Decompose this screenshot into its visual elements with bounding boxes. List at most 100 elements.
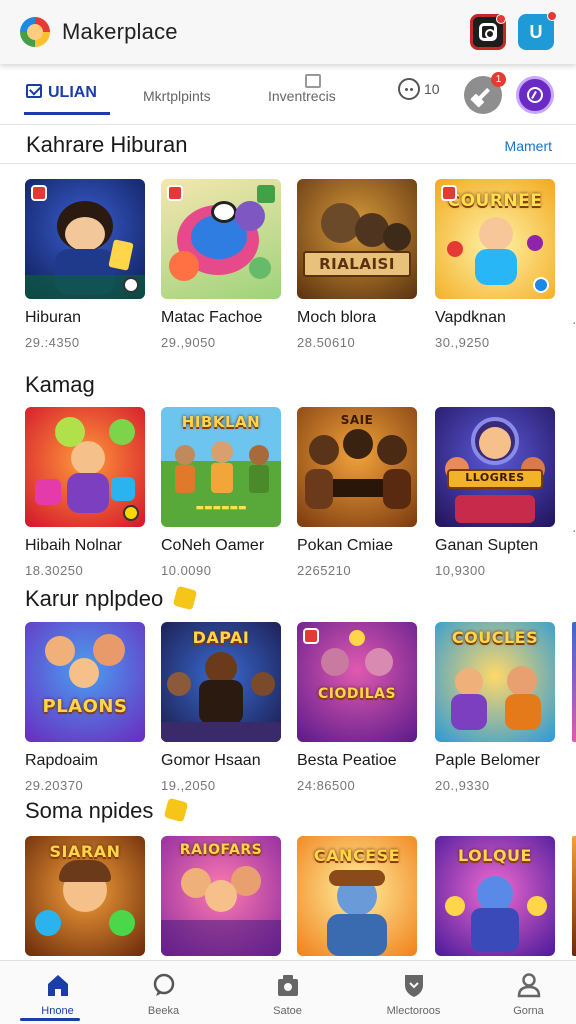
- game-card[interactable]: CANCESE: [297, 836, 417, 956]
- game-card[interactable]: Hibaih Nolnar 18.30250: [25, 407, 145, 578]
- notification-dot: [547, 11, 557, 21]
- game-stat: 29.,9050: [161, 335, 216, 350]
- badge-icon: [123, 277, 139, 293]
- game-art-title: LOLQUE: [458, 846, 532, 865]
- game-card[interactable]: CIODILAS Besta Peatioe 24:86500: [297, 622, 417, 793]
- shield-icon: [400, 971, 428, 999]
- game-card[interactable]: RIALAISI Moch blora 28.50610: [297, 179, 417, 350]
- game-card[interactable]: HIBKLAN ▬▬▬▬▬▬ CoNeh Oamer 10.0090: [161, 407, 281, 578]
- game-stat: 18.30250: [25, 563, 84, 578]
- divider: [0, 163, 576, 164]
- game-title: Paple Belomer: [435, 752, 540, 769]
- game-stat: 29.:4350: [25, 335, 80, 350]
- nav-profile[interactable]: Gorna: [471, 961, 576, 1024]
- nav-shield[interactable]: Mlectoroos: [356, 961, 471, 1024]
- game-stat: 10,9300: [435, 563, 486, 578]
- person-icon: [515, 971, 543, 999]
- active-nav-indicator: [20, 1018, 80, 1021]
- game-art-title: CANCESE: [313, 846, 401, 865]
- section-title: Soma npides: [25, 797, 188, 824]
- game-card[interactable]: LLOGRES Ganan Supten 10,9300: [435, 407, 555, 578]
- home-icon: [44, 971, 72, 999]
- game-stat: 20.,9330: [435, 778, 490, 793]
- game-art-title: HIBKLAN: [181, 413, 261, 431]
- nav-label: Satoe: [273, 1005, 302, 1017]
- u-app-icon[interactable]: U: [518, 11, 557, 50]
- game-thumbnail: COURNEE: [435, 179, 555, 299]
- nav-chat[interactable]: Beeka: [106, 961, 221, 1024]
- nav-label: Beeka: [147, 1005, 180, 1017]
- game-art-title: CIODILAS: [317, 686, 397, 702]
- game-art-title: RAIOFARS: [179, 842, 263, 858]
- inventory-icon: [305, 74, 321, 88]
- game-thumbnail: CANCESE: [297, 836, 417, 956]
- game-thumbnail: [25, 179, 145, 299]
- game-thumbnail: CIODILAS: [297, 622, 417, 742]
- edge-overflow: [572, 622, 576, 742]
- coin-counter[interactable]: 10: [398, 78, 440, 100]
- game-art-title: COUCLES: [451, 628, 539, 647]
- bottom-navigation: Hnone Beeka Satoe Mlectoroos Gorna: [0, 960, 576, 1024]
- game-art-title: PLAONS: [42, 696, 128, 717]
- coin-icon: [398, 78, 420, 100]
- game-card[interactable]: DAPAI Gomor Hsaan 19.,2050: [161, 622, 281, 793]
- app-tag-icon: [167, 185, 183, 201]
- game-card[interactable]: SIARAN: [25, 836, 145, 956]
- section-title: Kamag: [25, 372, 95, 397]
- see-all-link[interactable]: Mamert: [505, 138, 552, 154]
- nav-label: Gorna: [513, 1005, 544, 1017]
- game-art-title: RIALAISI: [319, 255, 395, 273]
- gold-medal-icon: [163, 797, 188, 823]
- game-art-title: SAIE: [340, 413, 374, 427]
- game-stat: 28.50610: [297, 335, 356, 350]
- game-thumbnail: SIARAN: [25, 836, 145, 956]
- game-card[interactable]: SAIE Pokan Cmiae 2265210: [297, 407, 417, 578]
- game-card[interactable]: Matac Fachoe 29.,9050: [161, 179, 281, 350]
- app-tag-icon: [31, 185, 47, 201]
- game-stat: 24:86500: [297, 778, 356, 793]
- game-art-title: SIARAN: [49, 842, 121, 861]
- game-title: Pokan Cmiae: [297, 537, 394, 554]
- nav-store[interactable]: Satoe: [230, 961, 345, 1024]
- nav-home[interactable]: Hnone: [0, 961, 115, 1024]
- game-card[interactable]: RAIOFARS: [161, 836, 281, 956]
- app-logo-icon[interactable]: [20, 17, 50, 47]
- game-card[interactable]: Hiburan 29.:4350: [25, 179, 145, 350]
- coin-count: 10: [424, 81, 440, 97]
- game-thumbnail: LLOGRES: [435, 407, 555, 527]
- game-card[interactable]: PLAONS Rapdoaim 29.20370: [25, 622, 145, 793]
- game-card[interactable]: COUCLES Paple Belomer 20.,9330: [435, 622, 555, 793]
- game-art-title: DAPAI: [192, 628, 250, 647]
- badge-icon: [123, 505, 139, 521]
- camera-app-icon[interactable]: [470, 14, 506, 50]
- tab-inventories[interactable]: Inventrecis: [268, 88, 336, 104]
- check-icon: [26, 84, 42, 98]
- edge-overflow: ·: [572, 314, 576, 330]
- game-card[interactable]: LOLQUE: [435, 836, 555, 956]
- edge-overflow: ·: [572, 522, 576, 538]
- game-title: Hiburan: [25, 309, 82, 326]
- game-card[interactable]: COURNEE Vapdknan 30.,9250: [435, 179, 555, 350]
- tab-ulian[interactable]: ULIAN: [26, 84, 97, 102]
- game-stat: 30.,9250: [435, 335, 490, 350]
- edge-overflow: [572, 836, 576, 956]
- game-title: Rapdoaim: [25, 752, 98, 769]
- game-thumbnail: COUCLES: [435, 622, 555, 742]
- game-thumbnail: RIALAISI: [297, 179, 417, 299]
- game-title: CoNeh Oamer: [161, 537, 265, 554]
- game-thumbnail: HIBKLAN ▬▬▬▬▬▬: [161, 407, 281, 527]
- app-tag-icon: [303, 628, 319, 644]
- divider: [0, 124, 576, 125]
- game-art-title: LLOGRES: [465, 471, 525, 484]
- tools-button[interactable]: 1: [464, 72, 506, 114]
- nav-label: Hnone: [41, 1005, 74, 1017]
- game-title: Vapdknan: [435, 309, 506, 326]
- game-title: Ganan Supten: [435, 537, 539, 554]
- profile-button[interactable]: [516, 76, 554, 114]
- tab-marketplace[interactable]: Mkrtplpints: [143, 88, 211, 104]
- game-thumbnail: RAIOFARS: [161, 836, 281, 956]
- store-icon: [274, 971, 302, 999]
- game-thumbnail: PLAONS: [25, 622, 145, 742]
- game-thumbnail: DAPAI: [161, 622, 281, 742]
- game-stat: 2265210: [297, 563, 352, 578]
